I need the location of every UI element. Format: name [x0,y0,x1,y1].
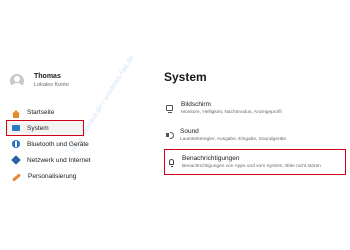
sidebar-item-network[interactable]: Netzwerk und Internet [6,152,146,168]
user-profile[interactable]: Thomas Lokales Konto [10,72,69,89]
setting-sound[interactable]: Sound Lautstärkeregler, Ausgabe, Eingabe… [166,124,342,146]
sidebar-item-system[interactable]: System [6,120,84,136]
sidebar-item-label: Netzwerk und Internet [27,156,91,164]
system-icon [12,125,20,131]
home-icon [12,110,20,118]
setting-description: Benachrichtigungen von Apps und vom Syst… [182,164,321,169]
user-account-type: Lokales Konto [34,82,69,88]
sidebar-item-bluetooth[interactable]: Bluetooth und Geräte [6,136,146,152]
sidebar-item-label: Startseite [27,108,55,116]
sidebar-item-label: Bluetooth und Geräte [27,140,89,148]
setting-notifications[interactable]: Benachrichtigungen Benachrichtigungen vo… [164,149,346,175]
setting-texts: Bildschirm Monitore, Helligkeit, Nachtmo… [181,100,282,116]
network-icon [11,155,21,165]
brush-icon [12,173,21,182]
speaker-icon [166,132,174,139]
sidebar-nav: Startseite System Bluetooth und Geräte N… [6,104,146,184]
sidebar-item-personalization[interactable]: Personalisierung [6,168,146,184]
bluetooth-icon [12,140,20,148]
monitor-icon [166,105,173,113]
sidebar: Thomas Lokales Konto Startseite System B… [0,0,150,250]
bell-icon [169,159,174,167]
setting-description: Monitore, Helligkeit, Nachtmodus, Anzeig… [181,110,282,115]
setting-title: Sound [180,128,199,135]
page-title: System [164,70,207,84]
sidebar-item-home[interactable]: Startseite [6,104,146,120]
sidebar-item-label: System [27,124,49,132]
setting-title: Bildschirm [181,101,211,108]
setting-description: Lautstärkeregler, Ausgabe, Eingabe, Soun… [180,137,287,142]
avatar [10,73,24,88]
main-content: System Bildschirm Monitore, Helligkeit, … [162,0,350,250]
user-name: Thomas [34,73,61,80]
setting-texts: Sound Lautstärkeregler, Ausgabe, Eingabe… [180,127,286,143]
sidebar-item-label: Personalisierung [28,172,77,180]
user-info: Thomas Lokales Konto [34,72,69,89]
settings-window: www.tutonaut.de / windows-faq.de Thomas … [0,0,350,250]
setting-title: Benachrichtigungen [182,155,240,162]
setting-display[interactable]: Bildschirm Monitore, Helligkeit, Nachtmo… [166,97,342,119]
setting-texts: Benachrichtigungen Benachrichtigungen vo… [182,154,321,170]
